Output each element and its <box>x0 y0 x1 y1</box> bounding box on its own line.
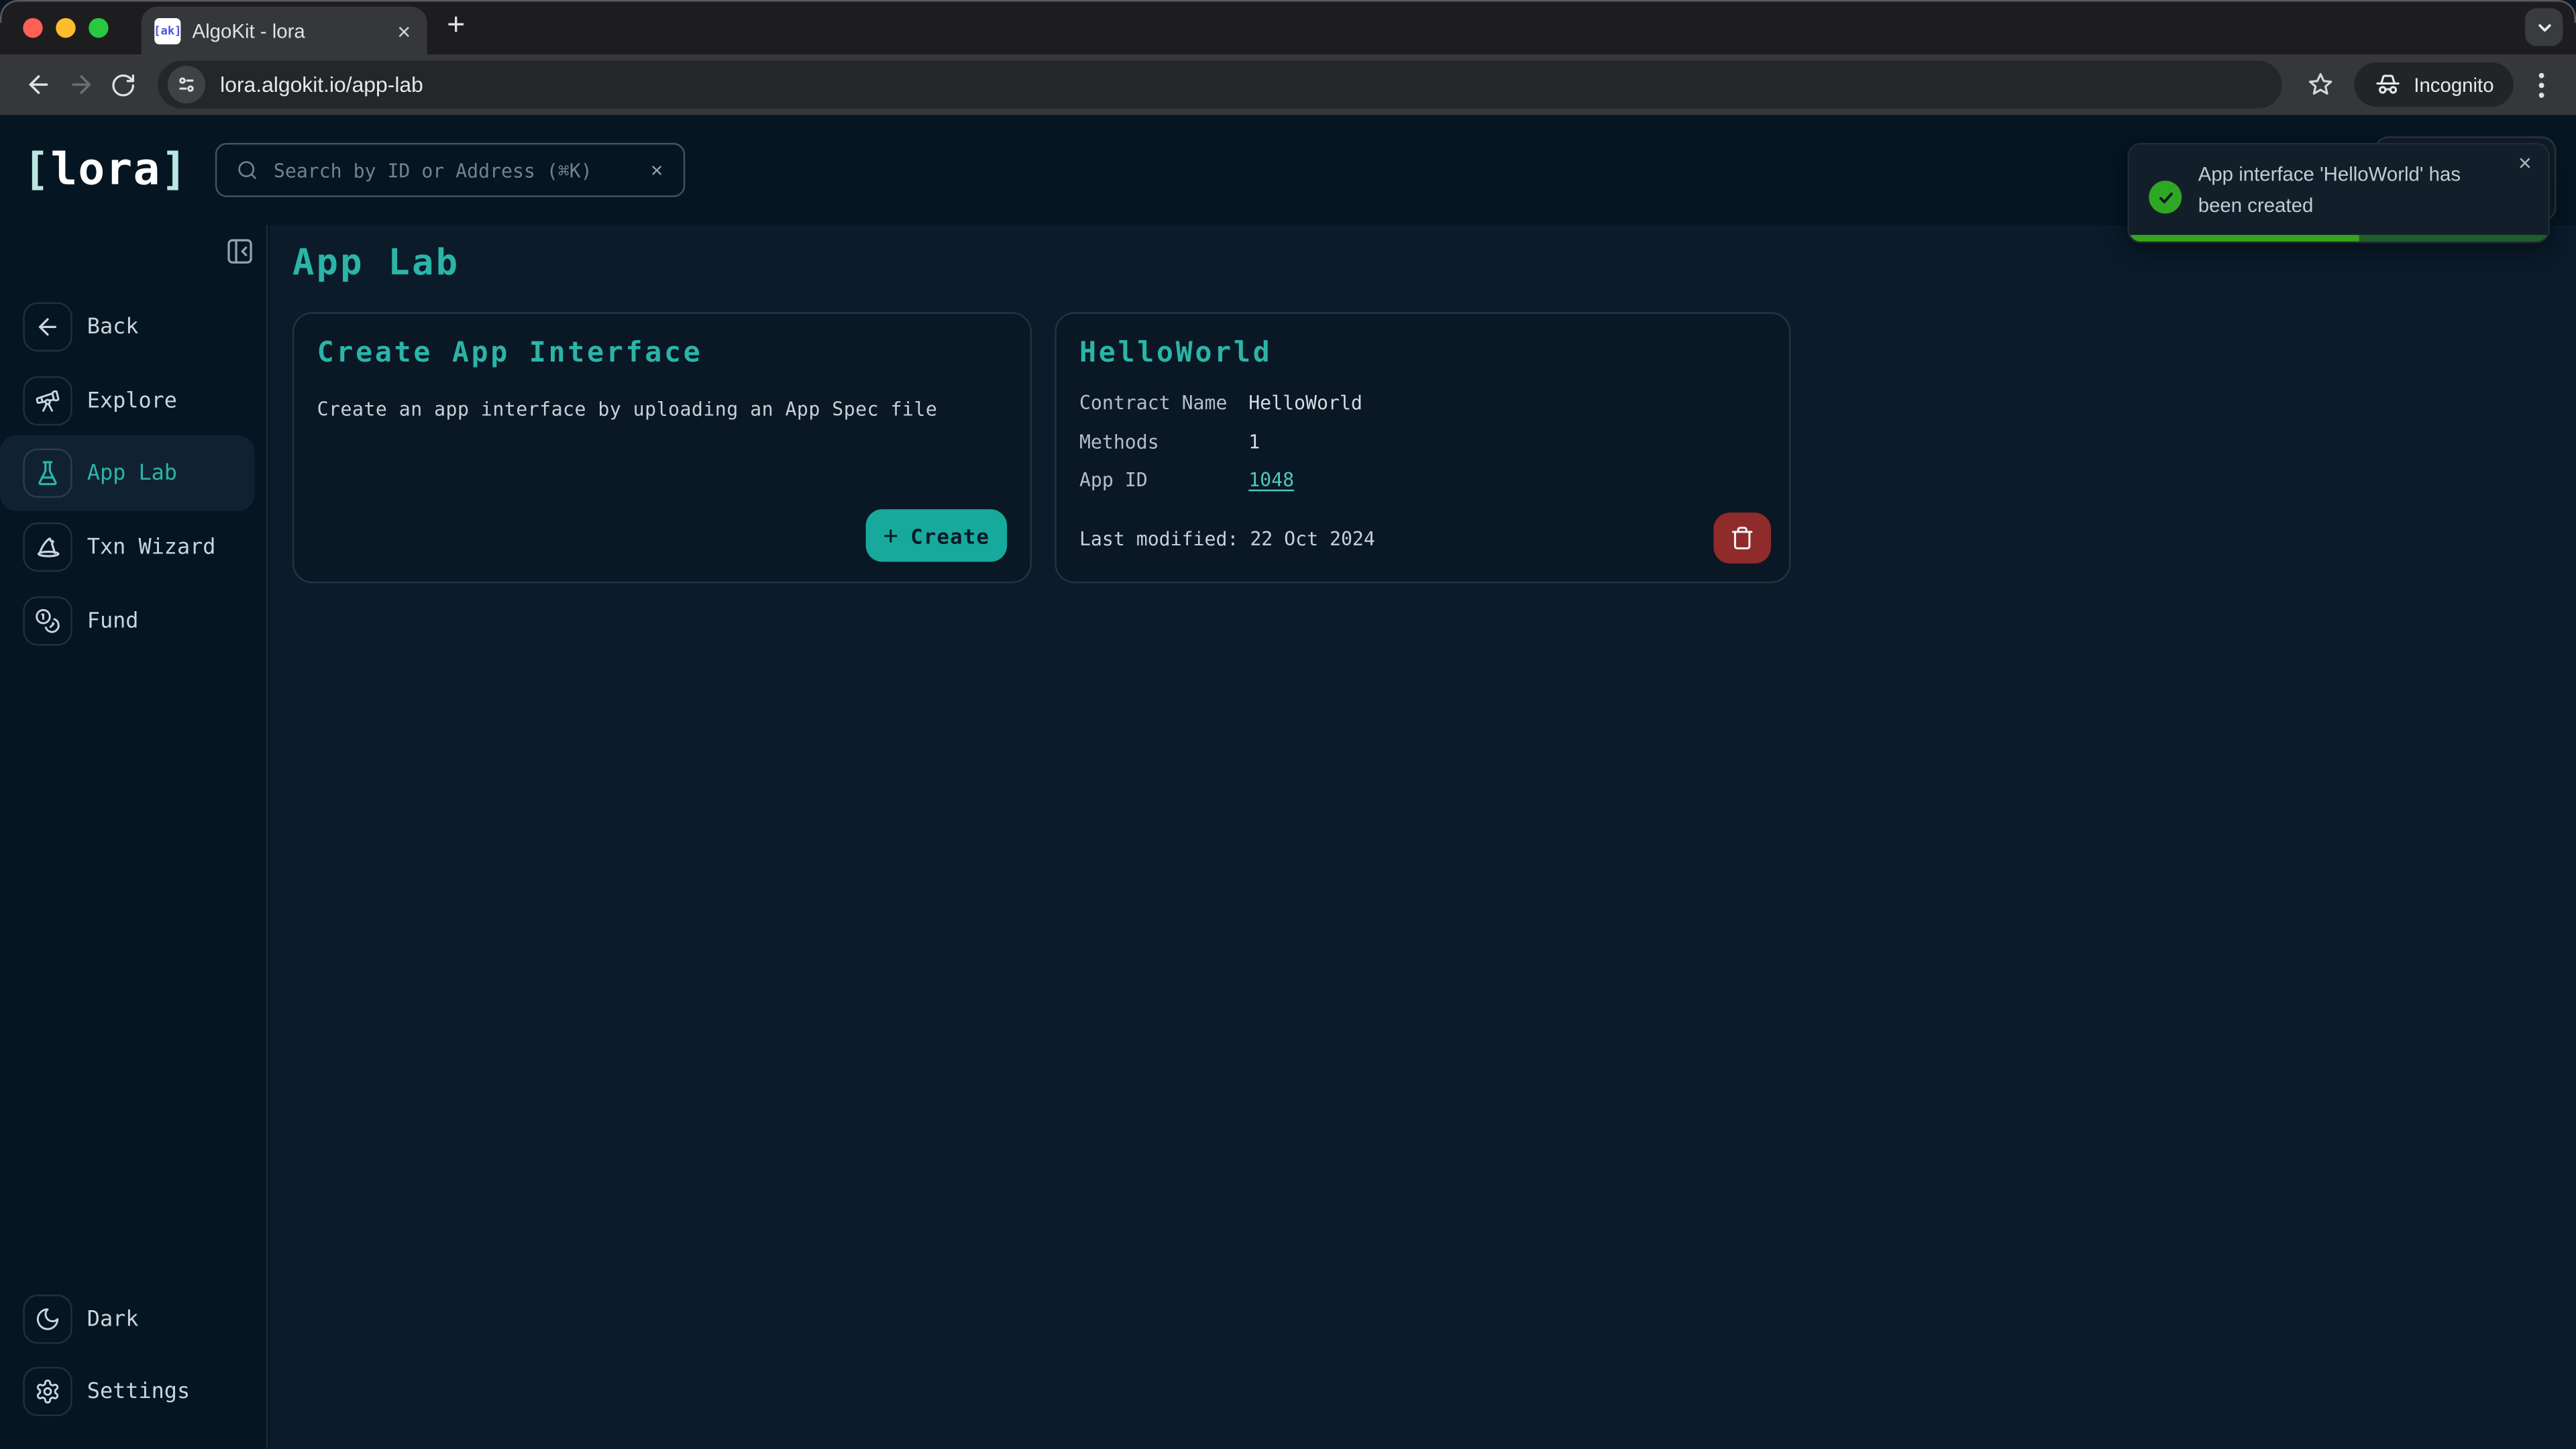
app-card-details: Contract Name HelloWorld Methods 1 App I… <box>1079 391 1766 491</box>
incognito-icon <box>2375 72 2403 97</box>
toast-progress-fill <box>2129 235 2359 241</box>
toast-close-icon[interactable]: × <box>2518 151 2532 174</box>
browser-window: [ak] AlgoKit - lora × + l <box>0 0 2576 1449</box>
search-icon <box>236 160 258 181</box>
tab-close-icon[interactable]: × <box>394 19 414 42</box>
sidebar-item-label: Dark <box>87 1307 139 1332</box>
arrow-left-icon <box>24 70 52 99</box>
new-tab-button[interactable]: + <box>447 8 465 44</box>
search-clear-icon[interactable]: × <box>651 158 663 182</box>
favicon: [ak] <box>154 17 180 44</box>
forward-button[interactable] <box>59 63 102 106</box>
last-modified-text: Last modified: 22 Oct 2024 <box>1079 527 1375 549</box>
minimize-window-button[interactable] <box>56 18 75 38</box>
reload-icon <box>110 72 136 98</box>
sidebar-collapse-row <box>0 237 266 280</box>
coins-icon <box>34 608 60 634</box>
app-id-link[interactable]: 1048 <box>1248 468 1294 491</box>
gear-icon <box>34 1379 60 1405</box>
sidebar-item-settings[interactable]: Settings <box>0 1367 266 1416</box>
browser-chrome: [ak] AlgoKit - lora × + l <box>0 0 2576 115</box>
arrow-left-icon <box>34 314 60 340</box>
cards-row: Create App Interface Create an app inter… <box>292 312 2576 583</box>
window-controls <box>23 18 108 38</box>
telescope-icon <box>34 388 60 414</box>
toast-message: App interface 'HelloWorld' has been crea… <box>2198 160 2507 222</box>
zoom-window-button[interactable] <box>89 18 108 38</box>
card-title: HelloWorld <box>1079 337 1766 370</box>
toast-progress-bar <box>2129 235 2548 241</box>
tab-strip: [ak] AlgoKit - lora × + <box>0 0 2576 54</box>
chevron-down-icon <box>2534 17 2554 37</box>
back-button[interactable] <box>16 63 59 106</box>
detail-label: App ID <box>1079 468 1248 491</box>
browser-tab[interactable]: [ak] AlgoKit - lora × <box>142 7 427 54</box>
search-box[interactable]: × <box>215 143 684 197</box>
url-text: lora.algokit.io/app-lab <box>220 72 423 97</box>
tab-title: AlgoKit - lora <box>193 19 394 42</box>
detail-label: Contract Name <box>1079 391 1248 414</box>
arrow-right-icon <box>66 70 95 99</box>
detail-label: Methods <box>1079 429 1248 452</box>
main-content: App Lab Create App Interface Create an a… <box>270 225 2576 1449</box>
sidebar-nav: Back Explore App Lab <box>0 303 266 671</box>
card-title: Create App Interface <box>317 337 1008 370</box>
create-button-label: Create <box>910 523 989 548</box>
logo-text: lora <box>50 145 160 196</box>
delete-app-button[interactable] <box>1713 513 1771 564</box>
search-input[interactable] <box>270 157 651 183</box>
incognito-label: Incognito <box>2414 73 2493 96</box>
collapse-sidebar-icon[interactable] <box>225 237 255 266</box>
sidebar-item-label: Settings <box>87 1379 190 1404</box>
hello-world-app-card: HelloWorld Contract Name HelloWorld Meth… <box>1055 312 1790 583</box>
detail-value: 1 <box>1248 429 1766 452</box>
logo-bracket-right: ] <box>161 145 189 196</box>
bookmark-button[interactable] <box>2299 63 2342 106</box>
trash-icon <box>1730 526 1755 551</box>
site-settings-button[interactable] <box>168 66 205 103</box>
tune-icon <box>176 74 197 95</box>
star-icon <box>2306 70 2334 99</box>
success-check-icon <box>2149 180 2182 213</box>
sidebar-bottom: Dark Settings <box>0 1295 266 1449</box>
incognito-badge: Incognito <box>2355 62 2514 107</box>
sidebar-item-app-lab[interactable]: App Lab <box>0 435 255 511</box>
sidebar-item-label: App Lab <box>87 461 177 486</box>
close-window-button[interactable] <box>23 18 42 38</box>
sidebar-item-label: Txn Wizard <box>87 535 216 559</box>
sidebar-item-label: Back <box>87 315 139 339</box>
sidebar-item-label: Explore <box>87 388 177 413</box>
card-description: Create an app interface by uploading an … <box>317 398 1008 421</box>
moon-icon <box>34 1306 60 1332</box>
page: [lora] × Back <box>0 115 2576 1449</box>
browser-toolbar: lora.algokit.io/app-lab Incognito <box>0 54 2576 115</box>
toast-notification[interactable]: App interface 'HelloWorld' has been crea… <box>2127 143 2549 243</box>
plus-icon: + <box>883 521 899 550</box>
logo-bracket-left: [ <box>23 145 50 196</box>
sidebar-item-label: Fund <box>87 608 139 633</box>
browser-menu-button[interactable] <box>2524 63 2560 106</box>
sidebar: Back Explore App Lab <box>0 225 268 1449</box>
create-button[interactable]: + Create <box>866 509 1008 561</box>
kebab-menu-icon <box>2538 72 2545 98</box>
app-card-footer: Last modified: 22 Oct 2024 <box>1079 513 1771 564</box>
page-title: App Lab <box>292 243 2576 284</box>
wizard-hat-icon <box>34 533 62 561</box>
sidebar-item-back[interactable]: Back <box>0 303 266 352</box>
sidebar-item-dark-mode[interactable]: Dark <box>0 1295 266 1344</box>
sidebar-item-txn-wizard[interactable]: Txn Wizard <box>0 523 266 572</box>
sidebar-item-explore[interactable]: Explore <box>0 376 266 425</box>
address-bar[interactable]: lora.algokit.io/app-lab <box>158 61 2282 109</box>
tab-search-button[interactable] <box>2525 8 2563 46</box>
reload-button[interactable] <box>102 63 145 106</box>
lora-logo[interactable]: [lora] <box>23 145 188 196</box>
flask-icon <box>34 460 60 486</box>
sidebar-item-fund[interactable]: Fund <box>0 596 266 645</box>
create-app-interface-card: Create App Interface Create an app inter… <box>292 312 1032 583</box>
detail-value: HelloWorld <box>1248 391 1766 414</box>
